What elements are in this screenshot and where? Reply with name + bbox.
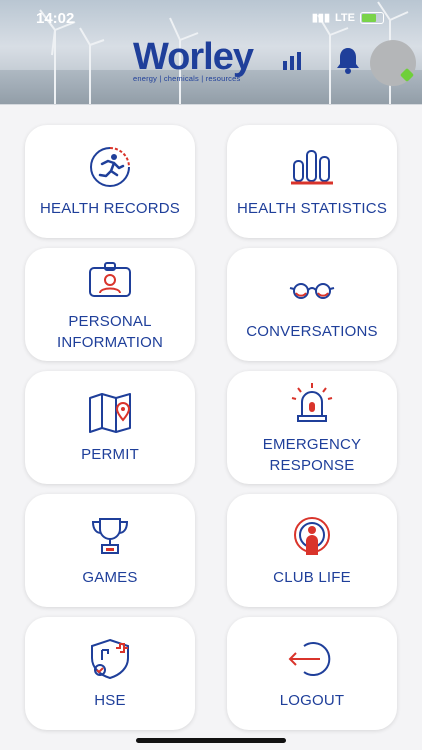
- card-label: HSE: [94, 692, 126, 709]
- personal-information-card[interactable]: PERSONAL INFORMATION: [25, 248, 195, 361]
- bar-chart-icon: [288, 144, 336, 190]
- logo-wordmark: Worley: [133, 36, 254, 78]
- siren-icon: [288, 380, 336, 426]
- bell-icon[interactable]: [335, 46, 361, 74]
- card-label: GAMES: [82, 569, 138, 586]
- card-label: CLUB LIFE: [273, 569, 351, 586]
- trophy-icon: [86, 513, 134, 559]
- health-records-card[interactable]: HEALTH RECORDS: [25, 125, 195, 238]
- battery-icon: [360, 11, 384, 24]
- card-label: CONVERSATIONS: [246, 323, 378, 340]
- network-label: LTE: [335, 11, 355, 24]
- logo-tagline: energy | chemicals | resources: [133, 74, 241, 83]
- card-label: HEALTH RECORDS: [39, 200, 181, 217]
- logo-bars-icon: [283, 52, 301, 70]
- games-card[interactable]: GAMES: [25, 494, 195, 607]
- status-indicators: ▮▮▮ LTE: [312, 11, 384, 24]
- card-label: HEALTH STATISTICS: [236, 200, 388, 217]
- card-label: LOGOUT: [279, 692, 345, 709]
- signal-icon: ▮▮▮: [311, 12, 331, 24]
- permit-card[interactable]: PERMIT: [25, 371, 195, 484]
- card-label: EMERGENCY RESPONSE: [262, 435, 362, 474]
- worley-logo: Worley energy | chemicals | resources: [133, 36, 301, 83]
- logout-icon: [286, 636, 338, 682]
- emergency-response-card[interactable]: EMERGENCY RESPONSE: [227, 371, 397, 484]
- health-statistics-card[interactable]: HEALTH STATISTICS: [227, 125, 397, 238]
- club-life-card[interactable]: CLUB LIFE: [227, 494, 397, 607]
- card-label: PERSONAL INFORMATION: [56, 312, 164, 351]
- id-card-icon: [86, 257, 134, 303]
- glasses-icon: [287, 267, 337, 313]
- club-person-icon: [288, 513, 336, 559]
- card-label: PERMIT: [81, 446, 139, 463]
- status-time: 14:02: [36, 10, 75, 27]
- shield-check-icon: [86, 636, 134, 682]
- logout-card[interactable]: LOGOUT: [227, 617, 397, 730]
- home-indicator[interactable]: [136, 738, 286, 743]
- map-pin-icon: [86, 390, 134, 436]
- conversations-card[interactable]: CONVERSATIONS: [227, 248, 397, 361]
- hse-card[interactable]: HSE: [25, 617, 195, 730]
- runner-icon: [86, 144, 134, 190]
